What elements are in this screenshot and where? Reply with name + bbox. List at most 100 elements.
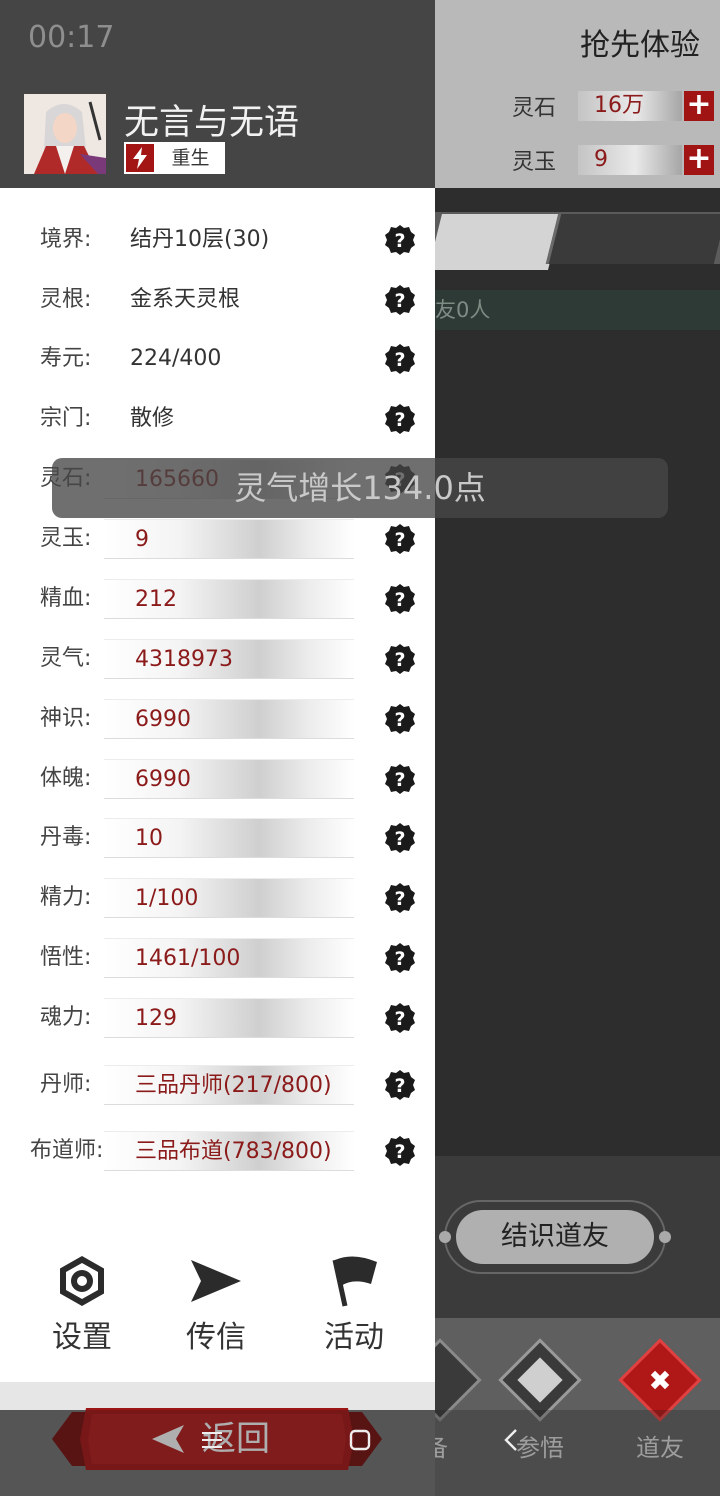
settings-label: 设置 <box>52 1320 112 1355</box>
stat-value: 散修 <box>130 406 175 431</box>
tab-active[interactable] <box>428 214 562 270</box>
stat-value: 129 <box>104 998 354 1038</box>
events-label: 活动 <box>324 1320 384 1355</box>
stat-row: 灵气: 4318973? <box>0 639 435 679</box>
toast-message: 灵气增长134.0点 <box>52 458 668 518</box>
stat-label: 魂力: <box>40 1005 92 1030</box>
stat-value: 三品丹师(217/800) <box>104 1065 354 1105</box>
message-label: 传信 <box>186 1320 246 1355</box>
nav-label-friends: 道友 <box>636 1434 684 1462</box>
help-icon[interactable]: ? <box>384 822 416 854</box>
stat-row: 神识: 6990? <box>0 699 435 739</box>
help-icon[interactable]: ? <box>384 703 416 735</box>
profile-header: 00:17 无言与无语 重生 <box>0 0 435 188</box>
stat-label: 境界: <box>40 227 92 252</box>
avatar[interactable] <box>24 94 106 174</box>
back-nav-icon[interactable] <box>500 1428 524 1452</box>
svg-text:?: ? <box>394 290 405 312</box>
page-title: 抢先体验 <box>580 28 700 63</box>
stat-label: 灵玉: <box>40 526 92 551</box>
resource-label: 灵石 <box>512 96 557 121</box>
stat-label: 寿元: <box>40 346 92 371</box>
stat-label: 布道师: <box>30 1138 104 1163</box>
stat-row: 灵根: 金系天灵根? <box>0 280 435 320</box>
resource-value: 16万 <box>578 91 682 121</box>
settings-button[interactable]: 设置 <box>32 1254 132 1356</box>
svg-text:?: ? <box>394 888 405 910</box>
help-icon[interactable]: ? <box>384 763 416 795</box>
stat-value: 1/100 <box>104 878 354 918</box>
svg-text:?: ? <box>394 649 405 671</box>
avatar-image <box>24 94 106 174</box>
profile-drawer: 00:17 无言与无语 重生 境界: 结丹10层(30)? 灵根: 金系天灵根? 寿元:… <box>0 0 435 1496</box>
help-icon[interactable]: ? <box>384 583 416 615</box>
stat-value: 三品布道(783/800) <box>104 1131 354 1171</box>
meet-friend-button[interactable]: 结识道友 <box>456 1210 654 1264</box>
help-icon[interactable]: ? <box>384 1135 416 1167</box>
stat-label: 悟性: <box>40 945 92 970</box>
back-arrow-icon <box>152 1425 184 1453</box>
rebirth-badge[interactable]: 重生 <box>124 142 225 174</box>
resource-spirit-stone: 灵石 16万 + <box>512 88 714 124</box>
help-icon[interactable]: ? <box>384 343 416 375</box>
stat-value: 6990 <box>104 759 354 799</box>
svg-text:?: ? <box>394 409 405 431</box>
rebirth-label: 重生 <box>171 147 210 169</box>
settings-icon <box>60 1256 104 1306</box>
send-icon <box>191 1260 241 1302</box>
help-icon[interactable]: ? <box>384 882 416 914</box>
player-name: 无言与无语 <box>124 103 300 143</box>
help-icon[interactable]: ? <box>384 1069 416 1101</box>
message-button[interactable]: 传信 <box>166 1254 266 1356</box>
add-spirit-jade-button[interactable]: + <box>684 144 714 175</box>
help-icon[interactable]: ? <box>384 523 416 555</box>
menu-icon[interactable] <box>200 1428 224 1452</box>
help-icon[interactable]: ? <box>384 643 416 675</box>
stat-value: 结丹10层(30) <box>130 227 270 252</box>
svg-text:?: ? <box>394 769 405 791</box>
help-icon[interactable]: ? <box>384 284 416 316</box>
stat-label: 宗门: <box>40 406 92 431</box>
stat-label: 精血: <box>40 586 92 611</box>
add-spirit-stone-button[interactable]: + <box>684 90 714 121</box>
resource-spirit-jade: 灵玉 9 + <box>512 142 714 178</box>
stat-value: 1461/100 <box>104 938 354 978</box>
svg-text:?: ? <box>394 349 405 371</box>
svg-text:?: ? <box>394 828 405 850</box>
stat-row: 悟性: 1461/100? <box>0 938 435 978</box>
stat-value: 212 <box>104 579 354 619</box>
stat-value: 4318973 <box>104 639 354 679</box>
svg-text:?: ? <box>394 589 405 611</box>
help-icon[interactable]: ? <box>384 1002 416 1034</box>
meet-friend-frame: 结识道友 <box>439 1200 671 1274</box>
stat-row: 寿元: 224/400? <box>0 339 435 379</box>
stat-label: 灵根: <box>40 287 92 312</box>
svg-text:?: ? <box>394 709 405 731</box>
help-icon[interactable]: ? <box>384 403 416 435</box>
stat-row: 布道师: 三品布道(783/800)? <box>0 1131 435 1171</box>
stat-row: 灵玉: 9? <box>0 519 435 559</box>
svg-text:?: ? <box>394 1141 405 1163</box>
stat-row: 丹师: 三品丹师(217/800)? <box>0 1065 435 1105</box>
status-time: 00:17 <box>28 20 115 55</box>
stat-row: 宗门: 散修? <box>0 399 435 439</box>
frame-dot <box>439 1231 451 1243</box>
stat-label: 体魄: <box>40 766 92 791</box>
stat-row: 精血: 212? <box>0 579 435 619</box>
stat-row: 精力: 1/100? <box>0 878 435 918</box>
stat-label: 丹师: <box>40 1072 92 1097</box>
stat-value: 6990 <box>104 699 354 739</box>
home-icon[interactable] <box>348 1428 372 1452</box>
stat-row: 境界: 结丹10层(30)? <box>0 220 435 260</box>
help-icon[interactable]: ? <box>384 224 416 256</box>
stat-value: 9 <box>104 519 354 559</box>
stat-label: 精力: <box>40 885 92 910</box>
help-icon[interactable]: ? <box>384 942 416 974</box>
stat-row: 丹毒: 10? <box>0 818 435 858</box>
stat-label: 灵气: <box>40 646 92 671</box>
events-button[interactable]: 活动 <box>304 1254 404 1356</box>
resource-label: 灵玉 <box>512 150 557 175</box>
tab-inactive[interactable] <box>545 214 720 264</box>
stat-row: 体魄: 6990? <box>0 759 435 799</box>
svg-text:?: ? <box>394 1008 405 1030</box>
